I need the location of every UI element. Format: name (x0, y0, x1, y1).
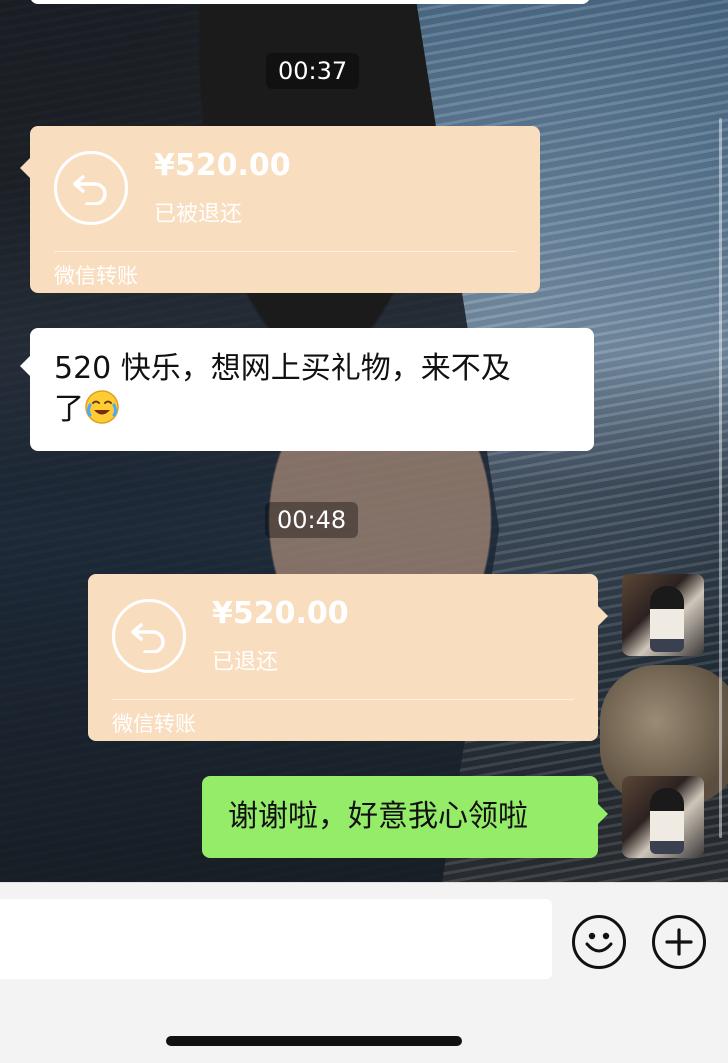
transfer-status: 已退还 (212, 650, 279, 675)
transfer-status: 已被退还 (154, 202, 243, 227)
avatar[interactable] (622, 776, 704, 858)
transfer-return-icon (112, 599, 186, 673)
divider (112, 699, 574, 700)
message-input[interactable] (0, 899, 552, 979)
message-text: 谢谢啦，好意我心领啦 (228, 799, 528, 834)
plus-circle-icon[interactable] (652, 915, 706, 969)
transfer-footer-label: 微信转账 (112, 712, 196, 736)
transfer-return-icon (54, 151, 128, 225)
bubble-tail (20, 356, 30, 376)
home-indicator[interactable] (166, 1036, 462, 1046)
incoming-text-bubble[interactable]: 520 快乐，想网上买礼物，来不及 了 (20, 328, 594, 451)
bubble-tail (20, 158, 30, 178)
transfer-amount: ¥520.00 (154, 148, 291, 183)
bubble-tail (598, 606, 608, 626)
avatar-person (650, 586, 684, 652)
transfer-footer-label: 微信转账 (54, 264, 138, 288)
scrollbar[interactable] (719, 118, 722, 838)
bubble-tail (598, 804, 608, 824)
avatar-person (650, 788, 684, 854)
avatar[interactable] (622, 574, 704, 656)
outgoing-text-bubble[interactable]: 谢谢啦，好意我心领啦 (202, 776, 608, 858)
previous-message-edge (30, 0, 590, 4)
timestamp-second: 00:48 (265, 502, 359, 538)
crying-laughing-face-icon (84, 389, 120, 425)
outgoing-transfer-bubble[interactable]: ¥520.00 已退还 微信转账 (88, 574, 608, 741)
timestamp-first: 00:37 (266, 53, 360, 89)
transfer-amount: ¥520.00 (212, 596, 349, 631)
message-text-line2: 了 (54, 392, 84, 427)
divider (54, 251, 516, 252)
incoming-transfer-bubble[interactable]: ¥520.00 已被退还 微信转账 (20, 126, 540, 293)
message-text-line1: 520 快乐，想网上买礼物，来不及 (54, 351, 511, 386)
smiley-face-icon[interactable] (572, 915, 626, 969)
